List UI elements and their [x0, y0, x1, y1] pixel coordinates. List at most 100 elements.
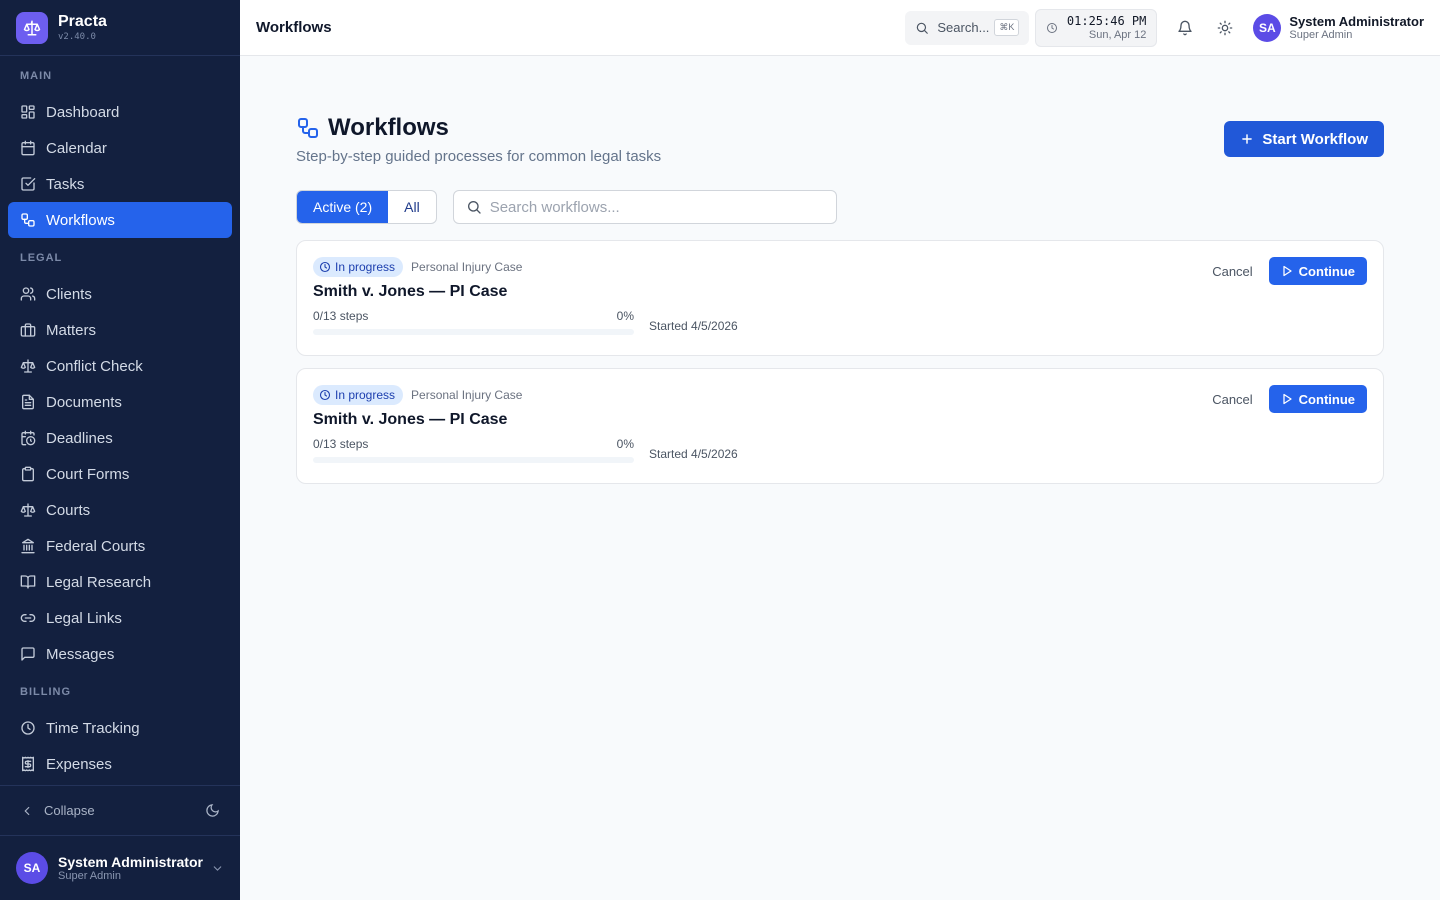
workflow-percent: 0% — [616, 437, 634, 451]
filter-active-button[interactable]: Active (2) — [297, 191, 389, 223]
search-shortcut: ⌘K — [994, 19, 1020, 36]
sidebar-item-label: Documents — [46, 393, 122, 411]
workflow-title[interactable]: Smith v. Jones — PI Case — [313, 283, 1367, 301]
sidebar-item-conflict-check[interactable]: Conflict Check — [8, 348, 232, 384]
sidebar-item-tasks[interactable]: Tasks — [8, 166, 232, 202]
status-badge-label: In progress — [335, 388, 396, 402]
clock-icon — [1047, 22, 1058, 33]
workflow-started: Started 4/5/2026 — [649, 319, 738, 333]
clock-icon — [319, 389, 331, 401]
scale-icon — [20, 359, 36, 373]
workflow-card: In progress Personal Injury Case Smith v. … — [296, 240, 1384, 356]
sidebar-item-dashboard[interactable]: Dashboard — [8, 94, 232, 130]
continue-workflow-button[interactable]: Continue — [1268, 385, 1367, 413]
sidebar-item-label: Dashboard — [46, 103, 120, 121]
workflow-icon — [21, 213, 35, 227]
sidebar-item-courts[interactable]: Courts — [8, 492, 232, 528]
landmark-icon — [21, 538, 35, 554]
progress-bar — [313, 457, 634, 463]
sidebar-section-label: BILLING — [20, 686, 71, 698]
chevron-down-icon — [213, 865, 222, 871]
sidebar-item-label: Legal Links — [46, 609, 122, 627]
sidebar-item-label: Clients — [46, 285, 92, 303]
sidebar-item-court-forms[interactable]: Court Forms — [8, 456, 232, 492]
notifications-button[interactable] — [1167, 10, 1203, 46]
sidebar-item-label: Federal Courts — [46, 537, 146, 555]
calendar-icon — [21, 140, 35, 156]
sidebar-item-calendar[interactable]: Calendar — [8, 130, 232, 166]
header-user-name: System Administrator — [1289, 13, 1424, 29]
status-badge-label: In progress — [335, 260, 396, 274]
header-title: Workflows — [256, 19, 332, 36]
calendar-clock-icon — [21, 430, 36, 446]
workflow-type: Personal Injury Case — [411, 388, 523, 402]
filter-all-button[interactable]: All — [388, 191, 436, 223]
brand[interactable]: Practa v2.40.0 — [0, 0, 240, 56]
workflow-search-input[interactable] — [489, 198, 810, 216]
workflow-title[interactable]: Smith v. Jones — PI Case — [313, 411, 1367, 429]
collapse-label: Collapse — [44, 803, 95, 818]
sidebar-item-label: Expenses — [46, 755, 112, 773]
sidebar-item-expenses[interactable]: Expenses — [8, 746, 232, 782]
scale-logo-icon — [16, 11, 48, 44]
clock-widget: 01:25:46 PM Sun, Apr 12 — [1035, 8, 1158, 47]
workflow-card: In progress Personal Injury Case Smith v. … — [296, 368, 1384, 484]
cancel-workflow-button[interactable]: Cancel — [1212, 264, 1252, 279]
clipboard-icon — [22, 466, 34, 482]
clock-date: Sun, Apr 12 — [1088, 28, 1147, 41]
start-workflow-button[interactable]: Start Workflow — [1224, 121, 1384, 157]
sidebar-item-label: Calendar — [46, 139, 107, 157]
sidebar-item-label: Workflows — [46, 211, 115, 229]
sidebar-item-legal-links[interactable]: Legal Links — [8, 600, 232, 636]
cancel-workflow-button[interactable]: Cancel — [1212, 392, 1252, 407]
sidebar-section-label: MAIN — [20, 70, 53, 82]
main-content: Workflows Step-by-step guided processes … — [296, 56, 1384, 496]
page-subtitle: Step-by-step guided processes for common… — [296, 148, 662, 165]
start-workflow-label: Start Workflow — [1262, 130, 1368, 148]
sidebar-footer: Collapse SA System Administrator Super A… — [0, 785, 240, 900]
sidebar-item-label: Deadlines — [46, 429, 113, 447]
global-search-button[interactable]: Search... ⌘K — [905, 10, 1030, 45]
plus-icon — [1242, 134, 1253, 144]
header-user-menu[interactable]: SA System Administrator Super Admin — [1253, 13, 1424, 42]
collapse-button[interactable]: Collapse — [0, 786, 240, 836]
sidebar-user-name: System Administrator — [58, 854, 203, 870]
clock-icon — [319, 261, 331, 273]
sidebar-item-workflows[interactable]: Workflows — [8, 202, 232, 238]
sidebar-item-legal-research[interactable]: Legal Research — [8, 564, 232, 600]
workflow-steps: 0/13 steps — [313, 437, 369, 451]
page-header: Workflows Step-by-step guided processes … — [296, 56, 1384, 190]
sidebar-item-label: Messages — [46, 645, 115, 663]
moon-icon[interactable] — [205, 803, 220, 818]
sidebar-item-label: Conflict Check — [46, 357, 143, 375]
page-title: Workflows — [328, 114, 449, 141]
sidebar-item-label: Court Forms — [46, 465, 130, 483]
sidebar-item-label: Tasks — [46, 175, 85, 193]
sidebar-item-time-tracking[interactable]: Time Tracking — [8, 710, 232, 746]
theme-toggle-button[interactable] — [1207, 10, 1243, 46]
avatar: SA — [16, 852, 48, 884]
sidebar-item-deadlines[interactable]: Deadlines — [8, 420, 232, 456]
filter-bar: Active (2) All — [296, 190, 1384, 224]
sidebar-item-label: Matters — [46, 321, 97, 339]
top-header: Workflows Search... ⌘K 01:25:46 PM Sun, … — [240, 0, 1440, 56]
sidebar-item-clients[interactable]: Clients — [8, 276, 232, 312]
workflow-icon — [298, 118, 318, 138]
receipt-icon — [22, 756, 34, 772]
scale-icon — [20, 503, 36, 517]
sidebar-item-documents[interactable]: Documents — [8, 384, 232, 420]
message-icon — [21, 647, 35, 661]
status-filter: Active (2) All — [296, 190, 437, 224]
play-icon — [1283, 393, 1292, 405]
sidebar-user-menu[interactable]: SA System Administrator Super Admin — [0, 836, 240, 900]
tasks-icon — [21, 177, 36, 191]
briefcase-icon — [20, 323, 36, 337]
sidebar-user-role: Super Admin — [58, 870, 121, 882]
sidebar-item-matters[interactable]: Matters — [8, 312, 232, 348]
continue-workflow-button[interactable]: Continue — [1268, 257, 1367, 285]
sidebar: Practa v2.40.0 MAIN Dashboard Calendar Task… — [0, 0, 240, 900]
sidebar-nav: MAIN Dashboard Calendar Tasks Workflows LEGAL… — [0, 56, 240, 785]
global-search-label: Search... — [937, 20, 990, 35]
sidebar-item-federal-courts[interactable]: Federal Courts — [8, 528, 232, 564]
sidebar-item-messages[interactable]: Messages — [8, 636, 232, 672]
